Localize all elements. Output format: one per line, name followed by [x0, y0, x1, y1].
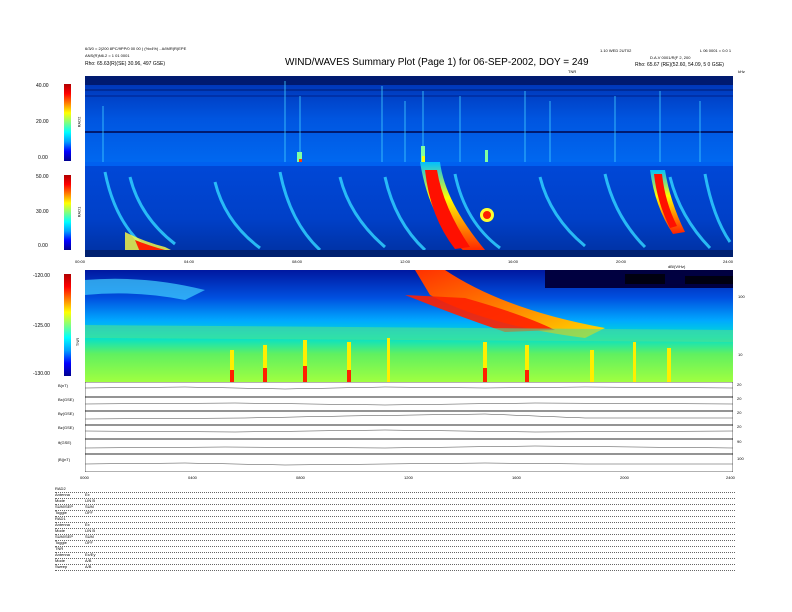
- rad2-tick-bottom: 0.00: [38, 155, 48, 161]
- tnr-colorbar: [64, 274, 71, 376]
- tnr-tick-bottom: -130.00: [33, 371, 50, 377]
- mag-label-1: Bx(GSE): [58, 397, 74, 402]
- bottom-time-1: 0400: [188, 475, 197, 480]
- time-label-2: 08:00: [292, 259, 303, 264]
- tnr-spectrogram: [85, 270, 733, 382]
- mag-right-5: 100: [737, 456, 744, 461]
- bottom-time-4: 1600: [512, 475, 521, 480]
- header-left-line2: ANS(R)N6.2 = 1 01 0001: [85, 53, 130, 58]
- mag-label-0: B(nT): [58, 383, 68, 388]
- time-label-3: 12:00: [400, 259, 411, 264]
- time-label-1: 04:00: [184, 259, 195, 264]
- time-label-0: 00:00: [75, 259, 86, 264]
- time-label-5: 20:00: [616, 259, 627, 264]
- tnr-label: TNR: [75, 337, 81, 347]
- bottom-time-0: 0000: [80, 475, 89, 480]
- mag-right-0: 20: [737, 382, 742, 387]
- header-left-line1: 6/3/0 = 2(200 8PC/9PP/0 00 00 ) (%x4%) -…: [85, 46, 187, 51]
- mag-right-1: 20: [737, 396, 742, 401]
- mag-label-3: Bz(GSE): [58, 425, 74, 430]
- rad2-tick-mid: 20.00: [36, 119, 49, 125]
- rad1-spectrogram: [85, 162, 733, 257]
- mag-panels: [84, 381, 734, 473]
- header-right-rho: Rho: 65.67 (RE)(52.60, 54.09, 5 0 GSE): [635, 62, 724, 68]
- header-right-unit: kHz: [738, 69, 745, 74]
- header-right-top-label: TNR: [568, 69, 577, 74]
- rad2-tick-top: 40.00: [36, 83, 49, 89]
- rad1-tick-mid: 30.00: [36, 209, 49, 215]
- tnr-right-tick-10: 10: [738, 352, 743, 357]
- tnr-right-unit: dB/(V/Hz): [668, 264, 686, 269]
- rad1-tick-bottom: 0.00: [38, 243, 48, 249]
- rad1-label: RAD1: [76, 206, 82, 218]
- rad2-colorbar: [64, 84, 71, 161]
- mag-right-3: 20: [737, 424, 742, 429]
- info-row: Sweep A/B: [55, 564, 735, 571]
- tnr-tick-mid: -125.00: [33, 323, 50, 329]
- mag-label-4: θ(GSE): [58, 440, 72, 445]
- bottom-time-6: 2400: [726, 475, 735, 480]
- bottom-time-5: 2000: [620, 475, 629, 480]
- time-label-6: 24:00: [723, 259, 734, 264]
- mag-right-2: 20: [737, 410, 742, 415]
- mag-label-2: By(GSE): [58, 411, 74, 416]
- bottom-time-3: 1200: [404, 475, 413, 480]
- header-right-line1: L 06 0001 = 0.0 1: [700, 48, 732, 53]
- tnr-tick-top: -120.00: [33, 273, 50, 279]
- header-center-small: 1.10 WED 2UT02: [600, 48, 632, 53]
- bottom-time-2: 0800: [296, 475, 305, 480]
- rad1-colorbar: [64, 175, 71, 250]
- mag-right-4: 90: [737, 439, 742, 444]
- tnr-right-tick-100: 100: [738, 294, 745, 299]
- header-left-rho: Rho: 65.63(R)(SE) 30.96, 497 GSE): [85, 61, 166, 67]
- rad2-spectrogram: [85, 76, 733, 162]
- rad1-tick-top: 50.00: [36, 174, 49, 180]
- time-label-4: 16:00: [508, 259, 519, 264]
- rad2-label: RAD2: [76, 116, 82, 128]
- page-title: WIND/WAVES Summary Plot (Page 1) for 06-…: [285, 57, 589, 68]
- header-right-line2: D.A.V 0001/R(F 2, 200: [650, 55, 691, 60]
- mag-label-5: |B|(nT): [58, 457, 71, 462]
